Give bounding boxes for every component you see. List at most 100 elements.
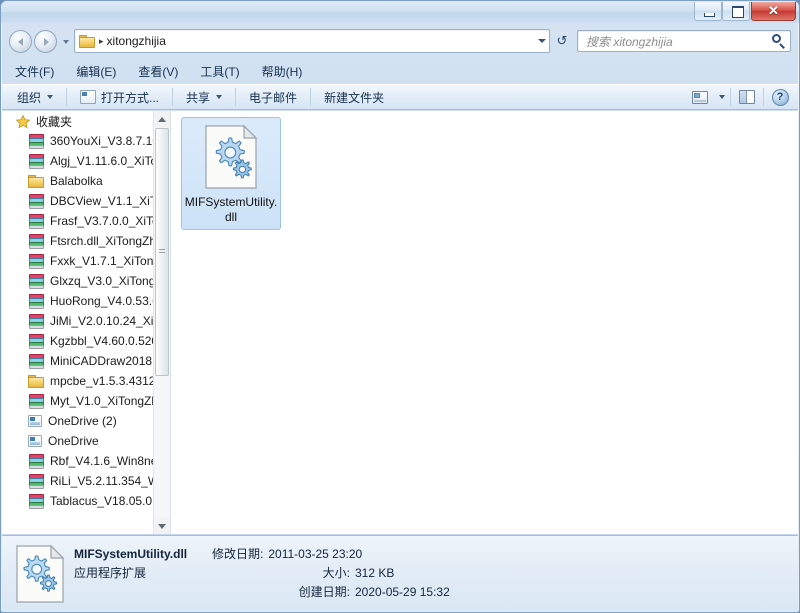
sidebar-item-label: Glxzq_V3.0_XiTong	[50, 274, 156, 288]
menu-item-view[interactable]: 查看(V)	[138, 63, 178, 80]
preview-pane-button[interactable]	[735, 86, 759, 108]
view-options-dropdown[interactable]	[712, 86, 726, 108]
archive-icon	[28, 394, 44, 409]
help-button[interactable]: ?	[768, 86, 792, 108]
open-with-label: 打开方式...	[101, 90, 160, 105]
close-button[interactable]: ✕	[751, 2, 796, 21]
address-dropdown-icon[interactable]	[533, 31, 549, 51]
toolbar-separator	[763, 88, 764, 106]
sidebar-item-dbcview[interactable]: DBCView_V1.1_XiTo	[2, 191, 170, 211]
archive-icon	[28, 294, 44, 309]
sidebar-favorites-label: 收藏夹	[36, 114, 73, 129]
sidebar-item-label: Tablacus_V18.05.01	[50, 494, 159, 508]
new-folder-button[interactable]: 新建文件夹	[315, 86, 393, 108]
email-button[interactable]: 电子邮件	[240, 86, 306, 108]
sidebar-item-label: HuoRong_V4.0.53.6	[50, 294, 159, 308]
sidebar-item-label: MiniCADDraw2018	[50, 354, 153, 368]
file-item-mifsystemutility[interactable]: MIFSystemUtility.dll	[181, 117, 281, 230]
toolbar-separator	[310, 88, 312, 106]
details-created-label: 创建日期:	[298, 585, 350, 599]
sidebar-item-label: Fxxk_V1.7.1_XiTong	[50, 254, 161, 268]
archive-icon	[28, 334, 44, 349]
dll-gears-icon	[14, 544, 66, 604]
sidebar-item-huorong[interactable]: HuoRong_V4.0.53.6	[2, 291, 170, 311]
sidebar-item-frasf[interactable]: Frasf_V3.7.0.0_XiTo	[2, 211, 170, 231]
content-area: 收藏夹 360YouXi_V3.8.7.10 Algj_V1.11.6.0_Xi…	[2, 111, 798, 534]
breadcrumb-path[interactable]: xitongzhijia	[107, 34, 166, 48]
breadcrumb-separator[interactable]: ▸	[99, 36, 104, 46]
minimize-button[interactable]	[694, 2, 722, 21]
close-icon: ✕	[768, 3, 779, 18]
sidebar-item-fxxk[interactable]: Fxxk_V1.7.1_XiTong	[2, 251, 170, 271]
sidebar-item-minicaddraw[interactable]: MiniCADDraw2018	[2, 351, 170, 371]
details-file-type: 应用程序扩展	[74, 566, 147, 580]
sidebar-scrollbar[interactable]	[153, 111, 170, 534]
sidebar-item-rili[interactable]: RiLi_V5.2.11.354_Wi	[2, 471, 170, 491]
share-button[interactable]: 共享	[177, 86, 231, 108]
address-bar[interactable]: ▸ xitongzhijia	[74, 29, 550, 53]
archive-icon	[28, 314, 44, 329]
archive-icon	[28, 494, 44, 509]
sidebar-item-360youxi[interactable]: 360YouXi_V3.8.7.10	[2, 131, 170, 151]
view-options-button[interactable]	[688, 86, 712, 108]
details-row-size: 应用程序扩展 大小: 312 KB	[74, 564, 450, 583]
file-item-label: MIFSystemUtility.dll	[184, 195, 278, 224]
menu-item-edit[interactable]: 编辑(E)	[76, 63, 116, 80]
archive-icon	[28, 154, 44, 169]
sidebar-item-rbf[interactable]: Rbf_V4.1.6_Win8net	[2, 451, 170, 471]
address-bar-row: ▸ xitongzhijia ↺ 搜索 xitongzhijia	[1, 25, 799, 57]
details-size-value: 312 KB	[355, 566, 395, 580]
search-box[interactable]: 搜索 xitongzhijia	[577, 30, 791, 52]
preview-pane-icon	[739, 90, 755, 104]
sidebar-item-mpcbe[interactable]: mpcbe_v1.5.3.4312	[2, 371, 170, 391]
sidebar-item-balabolka[interactable]: Balabolka	[2, 171, 170, 191]
open-with-button[interactable]: 打开方式...	[71, 86, 168, 108]
details-info: MIFSystemUtility.dll 修改日期: 2011-03-25 23…	[74, 545, 450, 602]
sidebar-item-label: Frasf_V3.7.0.0_XiTo	[50, 214, 159, 228]
details-created-value: 2020-05-29 15:32	[355, 585, 450, 599]
sidebar-item-glxzq[interactable]: Glxzq_V3.0_XiTong	[2, 271, 170, 291]
details-modified-value: 2011-03-25 23:20	[268, 547, 363, 561]
recent-locations-button[interactable]	[60, 33, 72, 49]
refresh-button[interactable]: ↺	[552, 31, 572, 51]
organize-button[interactable]: 组织	[8, 86, 62, 108]
back-button[interactable]	[9, 29, 32, 53]
sidebar-item-onedrive-2[interactable]: OneDrive (2)	[2, 411, 170, 431]
folder-icon	[28, 374, 44, 388]
sidebar-item-label: mpcbe_v1.5.3.4312	[50, 374, 156, 388]
dll-gears-icon	[203, 124, 259, 190]
sidebar-item-label: 360YouXi_V3.8.7.10	[50, 134, 159, 148]
file-list-pane[interactable]: MIFSystemUtility.dll	[171, 111, 798, 534]
sidebar-section-favorites[interactable]: 收藏夹	[2, 111, 170, 131]
sidebar-item-tablacus[interactable]: Tablacus_V18.05.01	[2, 491, 170, 511]
forward-button[interactable]	[34, 29, 57, 53]
share-label: 共享	[186, 90, 211, 105]
window-controls: ✕	[694, 2, 796, 21]
sidebar-item-algj[interactable]: Algj_V1.11.6.0_XiTo	[2, 151, 170, 171]
sidebar-item-ftsrch[interactable]: Ftsrch.dll_XiTongZh	[2, 231, 170, 251]
scrollbar-thumb[interactable]	[155, 128, 169, 376]
menu-item-help[interactable]: 帮助(H)	[262, 63, 303, 80]
folder-icon	[28, 174, 44, 188]
menu-item-tools[interactable]: 工具(T)	[200, 63, 239, 80]
archive-icon	[28, 454, 44, 469]
sidebar-item-jimi[interactable]: JiMi_V2.0.10.24_XiT	[2, 311, 170, 331]
search-input[interactable]: 搜索 xitongzhijia	[578, 33, 768, 50]
navigation-pane: 收藏夹 360YouXi_V3.8.7.10 Algj_V1.11.6.0_Xi…	[2, 111, 171, 534]
toolbar: 组织 打开方式... 共享 电子邮件 新建文件夹 ?	[2, 84, 798, 110]
archive-icon	[28, 234, 44, 249]
navigation-buttons	[9, 29, 57, 53]
sidebar-item-myt[interactable]: Myt_V1.0_XiTongZh	[2, 391, 170, 411]
details-row-modified: MIFSystemUtility.dll 修改日期: 2011-03-25 23…	[74, 545, 450, 564]
scroll-up-icon[interactable]	[154, 111, 170, 127]
archive-icon	[28, 134, 44, 149]
sidebar-item-onedrive[interactable]: OneDrive	[2, 431, 170, 451]
sidebar-item-label: Kgzbbl_V4.60.0.520	[50, 334, 159, 348]
chevron-down-icon	[47, 95, 54, 99]
sidebar-item-label: Myt_V1.0_XiTongZh	[50, 394, 159, 408]
scroll-down-icon[interactable]	[154, 518, 170, 534]
sidebar-item-kgzbbl[interactable]: Kgzbbl_V4.60.0.520	[2, 331, 170, 351]
menu-item-file[interactable]: 文件(F)	[15, 63, 54, 80]
maximize-button[interactable]	[722, 2, 750, 21]
sidebar-item-label: Balabolka	[50, 174, 103, 188]
